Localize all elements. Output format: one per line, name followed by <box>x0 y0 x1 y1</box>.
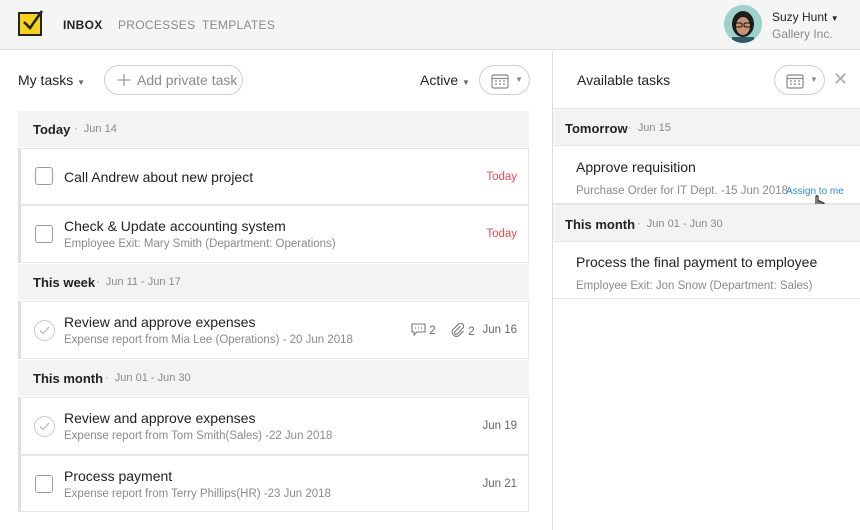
section-title: This month <box>33 371 104 386</box>
section-date-range-value: Jun 01 - Jun 30 <box>646 218 723 230</box>
section-this-week: This week · Jun 11 - Jun 17 <box>18 264 529 300</box>
task-checkbox[interactable] <box>35 475 53 493</box>
chevron-down-icon[interactable]: ▼ <box>77 78 85 87</box>
checkmark-icon <box>39 422 50 431</box>
task-row[interactable]: Check & Update accounting system Employe… <box>18 205 529 263</box>
my-tasks-dropdown[interactable]: My tasks ▼ <box>18 72 85 88</box>
status-filter-label[interactable]: Active <box>420 72 458 88</box>
attachment-count[interactable]: 2 <box>451 322 475 338</box>
task-title[interactable]: Review and approve expenses <box>64 314 255 330</box>
task-title[interactable]: Check & Update accounting system <box>64 218 286 234</box>
task-subtitle: Employee Exit: Jon Snow (Department: Sal… <box>576 280 813 292</box>
section-date-range-value: Jun 14 <box>83 123 117 135</box>
section-date-range-value: Jun 11 - Jun 17 <box>105 276 181 288</box>
task-row[interactable]: Review and approve expenses Expense repo… <box>18 397 529 455</box>
section-title: Today <box>33 122 71 137</box>
add-private-task-button[interactable]: Add private task <box>104 65 243 95</box>
section-date-range: · Jun 01 - Jun 30 <box>105 372 191 384</box>
available-tasks-panel: Available tasks ▼ ✕ Tomorrow · Jun 15 Ap… <box>552 51 860 530</box>
checkmark-logo-icon[interactable] <box>18 10 44 36</box>
checkmark-icon <box>39 326 50 335</box>
task-due-date: Today <box>486 171 517 183</box>
comment-icon <box>411 323 426 337</box>
task-subtitle: Employee Exit: Mary Smith (Department: O… <box>64 238 336 250</box>
tab-templates[interactable]: TEMPLATES <box>202 18 275 32</box>
calendar-icon <box>491 74 509 89</box>
task-row[interactable]: Process payment Expense report from Terr… <box>18 455 529 512</box>
section-date-range: · Jun 11 - Jun 17 <box>96 276 181 288</box>
avatar[interactable] <box>724 5 762 43</box>
section-date-range: · Jun 01 - Jun 30 <box>637 218 723 230</box>
chevron-down-icon: ▼ <box>810 75 818 84</box>
chevron-down-icon[interactable]: ▼ <box>462 78 470 87</box>
add-private-task-label[interactable]: Add private task <box>137 72 237 88</box>
section-today: Today · Jun 14 <box>18 111 529 147</box>
section-date-range: · Jun 15 <box>628 122 671 134</box>
section-tomorrow: Tomorrow · Jun 15 <box>553 108 860 145</box>
section-this-month: This month · Jun 01 - Jun 30 <box>18 360 529 396</box>
section-date-range-value: Jun 01 - Jun 30 <box>114 372 191 384</box>
task-due-date: Jun 21 <box>482 478 517 490</box>
task-due-date: Jun 19 <box>482 420 517 432</box>
tab-inbox[interactable]: INBOX <box>63 18 103 32</box>
top-navigation-bar: INBOX PROCESSES TEMPLATES Suzy Hunt ▼ Ga… <box>0 0 860 50</box>
calendar-filter-button[interactable]: ▼ <box>479 65 530 95</box>
section-title: Tomorrow <box>565 121 628 136</box>
task-subtitle: Expense report from Terry Phillips(HR) -… <box>64 488 331 500</box>
available-task-row[interactable]: Process the final payment to employee Em… <box>553 241 860 299</box>
panel-title: Available tasks <box>577 72 671 88</box>
section-date-range: · Jun 14 <box>74 123 117 135</box>
user-organization: Gallery Inc. <box>772 27 833 41</box>
task-subtitle: Expense report from Tom Smith(Sales) -22… <box>64 430 333 442</box>
close-icon[interactable]: ✕ <box>833 69 848 90</box>
task-checkbox[interactable] <box>35 167 53 185</box>
task-subtitle: Expense report from Mia Lee (Operations)… <box>64 334 353 346</box>
task-due-date: Jun 16 <box>482 324 517 336</box>
task-subtitle: Purchase Order for IT Dept. -15 Jun 2018 <box>576 185 789 197</box>
task-title[interactable]: Call Andrew about new project <box>64 169 253 185</box>
task-title[interactable]: Approve requisition <box>576 159 696 175</box>
task-complete-circle[interactable] <box>34 416 55 437</box>
status-filter-dropdown[interactable]: Active ▼ <box>420 72 470 88</box>
paperclip-icon <box>451 322 465 337</box>
calendar-icon <box>786 74 804 89</box>
comment-count-value: 2 <box>429 325 436 337</box>
user-name-label[interactable]: Suzy Hunt <box>772 10 827 24</box>
comment-count[interactable]: 2 <box>411 323 436 337</box>
calendar-filter-button[interactable]: ▼ <box>774 65 825 95</box>
plus-icon <box>118 74 130 86</box>
user-name[interactable]: Suzy Hunt ▼ <box>772 10 839 24</box>
chevron-down-icon[interactable]: ▼ <box>831 14 839 23</box>
task-checkbox[interactable] <box>35 225 53 243</box>
section-date-range-value: Jun 15 <box>637 122 671 134</box>
task-row[interactable]: Review and approve expenses Expense repo… <box>18 301 529 359</box>
task-title[interactable]: Process payment <box>64 468 172 484</box>
task-complete-circle[interactable] <box>34 320 55 341</box>
task-row[interactable]: Call Andrew about new project Today <box>18 148 529 205</box>
section-this-month: This month · Jun 01 - Jun 30 <box>553 204 860 241</box>
section-title: This month <box>565 217 636 232</box>
attachment-count-value: 2 <box>468 326 475 338</box>
task-title[interactable]: Review and approve expenses <box>64 410 255 426</box>
chevron-down-icon: ▼ <box>515 75 523 84</box>
section-title: This week <box>33 275 96 290</box>
task-title[interactable]: Process the final payment to employee <box>576 254 817 270</box>
my-tasks-panel: My tasks ▼ Add private task Active ▼ ▼ T… <box>0 51 552 530</box>
my-tasks-label[interactable]: My tasks <box>18 72 73 88</box>
task-due-date: Today <box>486 228 517 240</box>
tab-processes[interactable]: PROCESSES <box>118 18 195 32</box>
